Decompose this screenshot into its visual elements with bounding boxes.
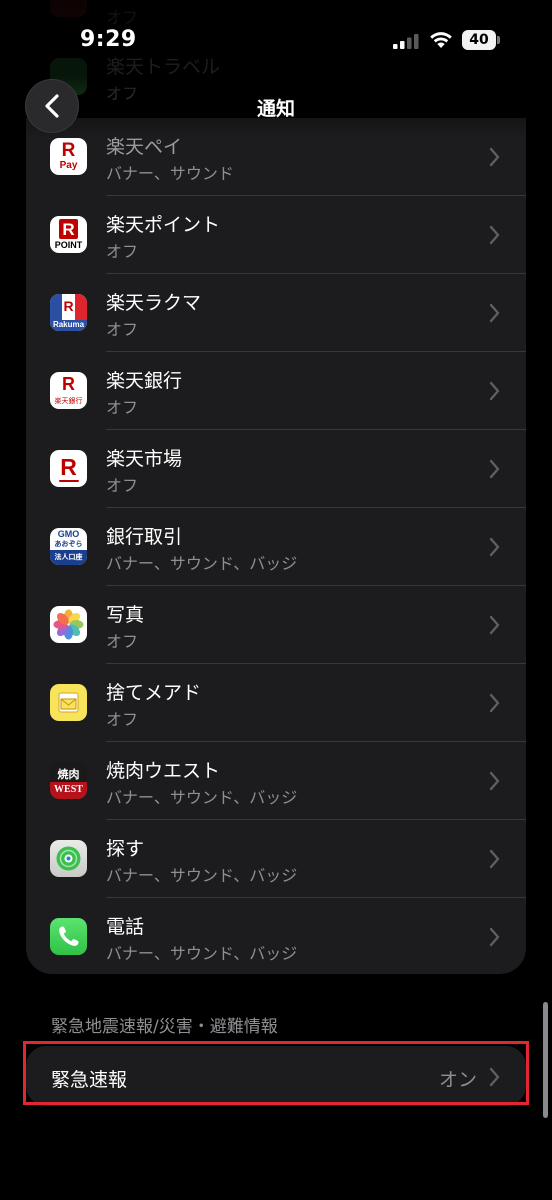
app-name: 探す: [106, 838, 145, 860]
icon-label: 楽天銀行: [54, 398, 83, 405]
list-item-phone[interactable]: 電話 バナー、サウンド、バッジ: [26, 898, 526, 976]
chevron-right-icon: [489, 303, 500, 323]
app-name: 楽天市場: [106, 448, 183, 470]
notification-status: バナー、サウンド、バッジ: [106, 554, 298, 573]
icon-sub: あおぞら: [54, 541, 83, 548]
scrollbar[interactable]: [543, 1002, 548, 1118]
app-name: 写真: [106, 604, 145, 626]
notification-status: オフ: [106, 632, 139, 651]
photos-flower: [53, 609, 84, 640]
app-name: 銀行取引: [106, 526, 183, 548]
chevron-right-icon: [489, 849, 500, 869]
battery-icon: 40: [462, 30, 500, 50]
list-item-yakiniku-west[interactable]: 焼肉 WEST 焼肉ウエスト バナー、サウンド、バッジ: [26, 742, 526, 820]
phone-icon: [50, 918, 87, 955]
find-my-icon: [50, 840, 87, 877]
icon-kanji: 焼肉: [57, 769, 80, 781]
app-name: 捨てメアド: [106, 682, 202, 704]
cellular-signal-icon: [393, 34, 419, 49]
list-item-find-my[interactable]: 探す バナー、サウンド、バッジ: [26, 820, 526, 898]
chevron-right-icon: [489, 459, 500, 479]
app-name: 楽天銀行: [106, 370, 183, 392]
sute-meado-icon: [50, 684, 87, 721]
notification-status: オフ: [106, 242, 139, 261]
icon-letter: R: [63, 298, 74, 314]
app-name: 焼肉ウエスト: [106, 760, 221, 782]
yakiniku-west-icon: 焼肉 WEST: [50, 762, 87, 799]
icon-label: POINT: [54, 240, 83, 250]
icon-brand: GMO: [57, 529, 80, 539]
rakuten-point-icon: R POINT: [50, 216, 87, 253]
notification-status: バナー、サウンド、バッジ: [106, 866, 298, 885]
list-item-bank-transactions[interactable]: GMO あおぞら 法人口座 銀行取引 バナー、サウンド、バッジ: [26, 508, 526, 586]
icon-letter: R: [62, 220, 75, 239]
rakuten-ichiba-icon: R: [50, 450, 87, 487]
chevron-right-icon: [489, 147, 500, 167]
section-header-emergency: 緊急地震速報/災害・避難情報: [51, 1017, 278, 1037]
chevron-right-icon: [489, 693, 500, 713]
list-item-rakuten-point[interactable]: R POINT 楽天ポイント オフ: [26, 196, 526, 274]
notification-status: バナー、サウンド、バッジ: [106, 788, 298, 807]
rakuma-icon: R Rakuma: [50, 294, 87, 331]
rakuten-pay-icon: R Pay: [50, 138, 87, 175]
status-time: 9:29: [80, 27, 137, 52]
gmo-aozora-icon: GMO あおぞら 法人口座: [50, 528, 87, 565]
chevron-right-icon: [489, 927, 500, 947]
notification-status: バナー、サウンド、バッジ: [106, 944, 298, 963]
chevron-right-icon: [489, 225, 500, 245]
notification-status: オフ: [106, 710, 139, 729]
status-bar: 9:29 40: [0, 0, 552, 80]
chevron-right-icon: [489, 537, 500, 557]
chevron-right-icon: [489, 1067, 500, 1087]
notification-status: オフ: [106, 320, 139, 339]
icon-label: 法人口座: [54, 554, 83, 561]
list-item-rakuten-bank[interactable]: R 楽天銀行 楽天銀行 オフ: [26, 352, 526, 430]
icon-letter: R: [60, 454, 77, 480]
notification-status: バナー、サウンド: [106, 164, 234, 183]
icon-label: Pay: [59, 160, 78, 171]
page-title: 通知: [256, 98, 295, 120]
icon-letter: R: [61, 140, 76, 161]
list-item-sute-meado[interactable]: 捨てメアド オフ: [26, 664, 526, 742]
list-item-photos[interactable]: 写真 オフ: [26, 586, 526, 664]
photos-icon: [50, 606, 87, 643]
radar-icon: [56, 846, 81, 871]
wifi-icon: [430, 32, 452, 48]
notification-status: オフ: [106, 398, 139, 417]
emergency-alerts-row[interactable]: 緊急速報 オン: [26, 1046, 526, 1106]
icon-label: WEST: [54, 784, 83, 795]
envelope-icon: [58, 692, 79, 713]
app-notification-list: R Pay 楽天ペイ バナー、サウンド R POINT 楽天ポイント オフ R …: [26, 118, 526, 974]
emergency-alerts-value: オン: [438, 1069, 477, 1091]
icon-label: Rakuma: [52, 320, 85, 329]
rakuten-bank-icon: R 楽天銀行: [50, 372, 87, 409]
icon-letter: R: [62, 374, 75, 394]
list-item-rakuten-ichiba[interactable]: R 楽天市場 オフ: [26, 430, 526, 508]
icon-underline: [59, 480, 79, 482]
battery-level: 40: [462, 30, 496, 50]
chevron-right-icon: [489, 381, 500, 401]
app-name: 楽天ラクマ: [106, 292, 202, 314]
chevron-right-icon: [489, 615, 500, 635]
app-name: 楽天ポイント: [106, 214, 221, 236]
battery-tip: [497, 36, 500, 44]
chevron-right-icon: [489, 771, 500, 791]
notification-status: オフ: [106, 476, 139, 495]
list-item-rakuma[interactable]: R Rakuma 楽天ラクマ オフ: [26, 274, 526, 352]
handset-icon: [59, 926, 79, 946]
app-name: 電話: [106, 916, 145, 938]
emergency-alerts-label: 緊急速報: [51, 1069, 128, 1091]
